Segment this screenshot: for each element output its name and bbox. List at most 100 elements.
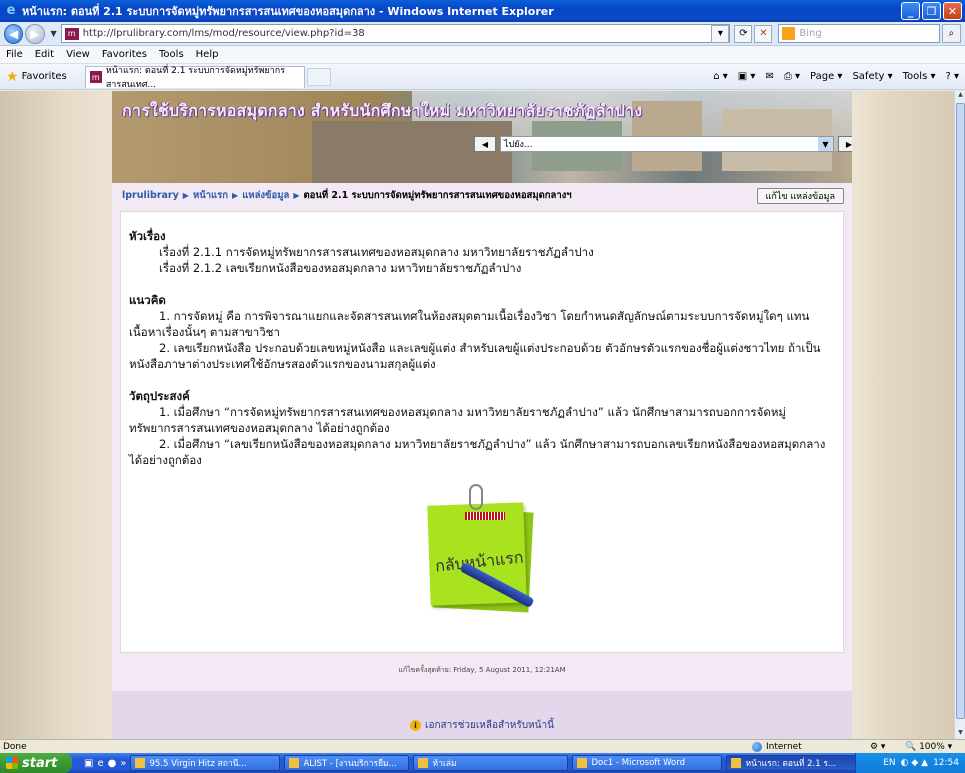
back-home-note-link[interactable]: กลับหน้าแรก <box>421 484 535 619</box>
back-button[interactable]: ◀ <box>4 23 24 44</box>
search-icon[interactable]: ⌕ <box>941 24 961 43</box>
menu-bar: File Edit View Favorites Tools Help <box>0 46 965 64</box>
zoom-value: 100% <box>919 741 945 752</box>
history-dropdown-icon[interactable]: ▼ <box>51 29 57 38</box>
taskbar: start ▣ e ● » 95.5 Virgin Hitz สถานี... … <box>0 753 965 773</box>
taskbar-item[interactable]: 95.5 Virgin Hitz สถานี... <box>130 755 281 771</box>
breadcrumb-home[interactable]: lprulibrary <box>122 190 179 201</box>
tools-menu[interactable]: Tools ▾ <box>903 71 936 82</box>
topic-item: เรื่องที่ 2.1.2 เลขเรียกหนังสือของหอสมุด… <box>159 261 522 275</box>
folder-icon <box>418 758 429 768</box>
windows-flag-icon <box>6 757 18 769</box>
word-icon <box>577 758 588 768</box>
browser-tab[interactable]: m หน้าแรก: ตอนที่ 2.1 ระบบการจัดหมู่ทรัพ… <box>84 65 305 90</box>
jump-next-button[interactable]: ▶ <box>838 136 852 152</box>
language-indicator[interactable]: EN <box>883 758 895 768</box>
window-title-bar: e หน้าแรก: ตอนที่ 2.1 ระบบการจัดหมู่ทรัพ… <box>0 0 965 22</box>
breadcrumb-main[interactable]: หน้าแรก <box>193 188 228 203</box>
help-docs-label: เอกสารช่วยเหลือสำหรับหน้านี้ <box>425 719 554 731</box>
menu-tools[interactable]: Tools <box>159 49 184 60</box>
menu-favorites[interactable]: Favorites <box>102 49 147 60</box>
print-icon[interactable]: ⎙ ▾ <box>784 71 800 82</box>
taskbar-item[interactable]: ALIST - [งานบริการยืม... <box>284 755 410 771</box>
jump-select[interactable]: ไปยัง... ▼ <box>500 136 834 152</box>
search-input[interactable]: Bing <box>778 24 940 43</box>
scroll-up-icon[interactable]: ▲ <box>955 91 965 101</box>
favorites-button[interactable]: Favorites <box>22 71 67 82</box>
web-content: การใช้บริการหอสมุดกลาง สำหรับนักศึกษาใหม… <box>0 91 954 739</box>
quicklaunch-more-icon[interactable]: » <box>120 758 126 769</box>
taskbar-item-active[interactable]: หน้าแรก: ตอนที่ 2.1 ร... <box>726 755 872 771</box>
tray-icons[interactable]: ◐ ◆ ▲ <box>901 758 928 768</box>
close-button[interactable]: ✕ <box>943 2 962 20</box>
taskbar-item[interactable]: Doc1 - Microsoft Word <box>572 755 723 771</box>
quicklaunch-desktop-icon[interactable]: ▣ <box>84 758 93 769</box>
mail-icon[interactable]: ✉ <box>765 71 773 82</box>
radio-icon <box>135 758 146 768</box>
menu-file[interactable]: File <box>6 49 23 60</box>
topics-heading: หัวเรื่อง <box>129 229 166 243</box>
quick-launch: ▣ e ● » <box>84 758 126 769</box>
status-bar: Done Internet ⚙ ▾ 🔍 100% ▾ <box>0 739 965 753</box>
site-favicon-icon: m <box>64 27 79 40</box>
page-container: การใช้บริการหอสมุดกลาง สำหรับนักศึกษาใหม… <box>112 91 852 739</box>
paperclip-icon <box>469 484 483 510</box>
tab-title: หน้าแรก: ตอนที่ 2.1 ระบบการจัดหมู่ทรัพยา… <box>105 66 286 90</box>
topic-item: เรื่องที่ 2.1.1 การจัดหมู่ทรัพยากรสารสนเ… <box>159 245 594 259</box>
refresh-icon[interactable]: ⟳ <box>734 24 753 43</box>
quicklaunch-ie-icon[interactable]: e <box>97 758 103 769</box>
help-docs-area: i เอกสารช่วยเหลือสำหรับหน้านี้ <box>112 691 852 739</box>
jump-prev-button[interactable]: ◀ <box>474 136 496 152</box>
globe-icon <box>752 741 762 752</box>
resource-content-box: หัวเรื่อง เรื่องที่ 2.1.1 การจัดหมู่ทรัพ… <box>120 211 844 653</box>
address-url: http://lprulibrary.com/lms/mod/resource/… <box>82 28 365 39</box>
scroll-down-icon[interactable]: ▼ <box>955 729 965 739</box>
feeds-icon[interactable]: ▣ ▾ <box>738 71 756 82</box>
vertical-scrollbar[interactable]: ▲ ▼ <box>954 91 965 739</box>
favorites-bar: ★ Favorites m หน้าแรก: ตอนที่ 2.1 ระบบกา… <box>0 64 965 90</box>
scroll-thumb[interactable] <box>956 103 965 719</box>
breadcrumb: lprulibrary ▶ หน้าแรก ▶ แหล่งข้อมูล ▶ ตอ… <box>112 183 852 207</box>
bing-icon <box>782 27 796 40</box>
start-label: start <box>22 755 58 771</box>
status-text: Done <box>3 741 27 752</box>
protected-mode-icon[interactable]: ⚙ ▾ <box>870 742 885 752</box>
menu-view[interactable]: View <box>66 49 90 60</box>
objective-item: 2. เมื่อศึกษา “เลขเรียกหนังสือของหอสมุดก… <box>129 437 826 467</box>
address-field[interactable]: m http://lprulibrary.com/lms/mod/resourc… <box>60 24 731 43</box>
objectives-heading: วัตถุประสงค์ <box>129 389 190 403</box>
quicklaunch-media-icon[interactable]: ● <box>108 758 117 769</box>
system-tray: EN ◐ ◆ ▲ 12:54 <box>855 753 965 773</box>
page-menu[interactable]: Page ▾ <box>810 71 842 82</box>
address-toolbar: ◀ ▶ ▼ m http://lprulibrary.com/lms/mod/r… <box>0 22 965 46</box>
taskbar-item[interactable]: ห้าเล่ม <box>413 755 569 771</box>
breadcrumb-separator-icon: ▶ <box>182 190 189 200</box>
window-title: หน้าแรก: ตอนที่ 2.1 ระบบการจัดหมู่ทรัพยา… <box>22 5 554 18</box>
forward-button[interactable]: ▶ <box>25 23 45 44</box>
info-icon: i <box>410 719 422 731</box>
app-icon <box>289 758 300 768</box>
edit-resource-button[interactable]: แก้ไข แหล่งข้อมูล <box>756 188 844 204</box>
maximize-button[interactable]: ❐ <box>922 2 941 20</box>
background-left <box>0 91 112 739</box>
address-dropdown-icon[interactable]: ▾ <box>711 24 730 43</box>
new-tab-button[interactable] <box>306 67 331 86</box>
minimize-button[interactable]: _ <box>901 2 920 20</box>
jump-to-nav: ◀ ไปยัง... ▼ ▶ <box>474 136 852 152</box>
menu-edit[interactable]: Edit <box>35 49 54 60</box>
home-icon[interactable]: ⌂ ▾ <box>713 71 728 82</box>
clock: 12:54 <box>933 758 959 768</box>
objective-item: 1. เมื่อศึกษา “การจัดหมู่ทรัพยากรสารสนเท… <box>129 405 786 435</box>
stop-icon[interactable]: ✕ <box>754 24 773 43</box>
last-modified: แก้ไขครั้งสุดท้าย: Friday, 5 August 2011… <box>398 666 566 674</box>
zoom-level[interactable]: 🔍 100% ▾ <box>905 742 952 752</box>
menu-help[interactable]: Help <box>196 49 219 60</box>
start-button[interactable]: start <box>0 753 72 773</box>
breadcrumb-separator-icon: ▶ <box>293 190 300 200</box>
favorites-star-icon[interactable]: ★ <box>6 69 19 85</box>
help-icon[interactable]: ? ▾ <box>945 71 959 82</box>
breadcrumb-current: ตอนที่ 2.1 ระบบการจัดหมู่ทรัพยากรสารสนเท… <box>303 189 572 201</box>
safety-menu[interactable]: Safety ▾ <box>852 71 892 82</box>
breadcrumb-resources[interactable]: แหล่งข้อมูล <box>242 188 289 203</box>
help-docs-link[interactable]: i เอกสารช่วยเหลือสำหรับหน้านี้ <box>410 711 554 739</box>
